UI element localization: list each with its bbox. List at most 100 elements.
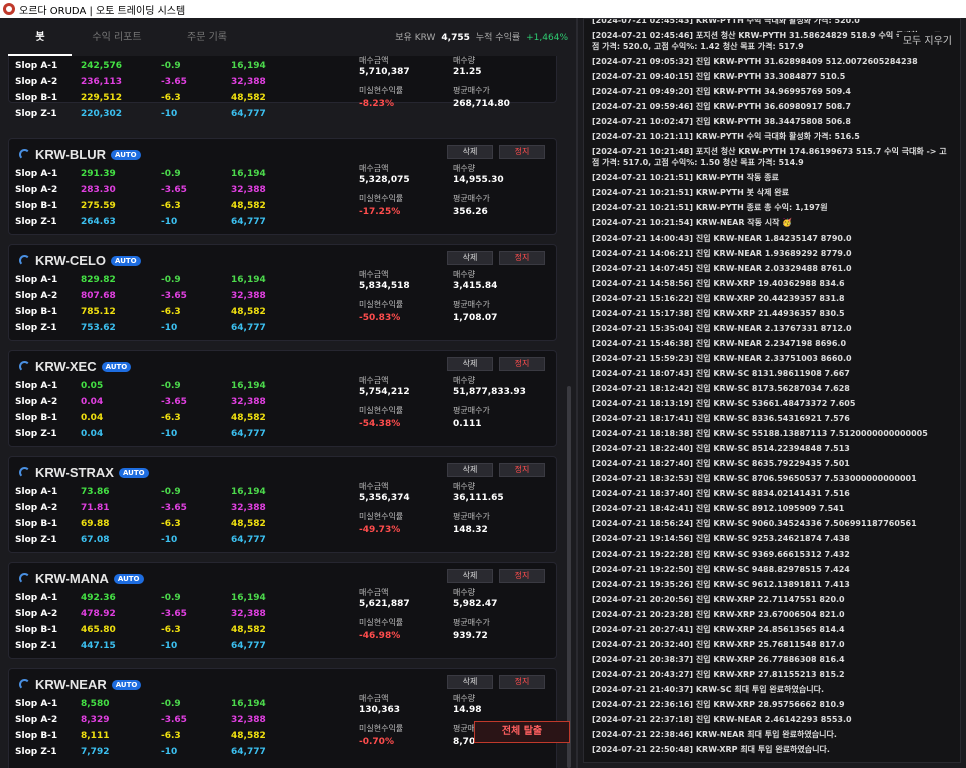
avg-price-value: 939.72 — [453, 631, 488, 641]
stop-button[interactable]: 정지 — [499, 251, 545, 265]
log-panel: [2024-07-21 02:45:43] KRW-PYTH 수익 극대화 활성… — [578, 18, 966, 768]
bot-card: KRW-STRAX AUTO 삭제 정지 Slop A-1 73.86 -0.9 16,194… — [8, 456, 557, 553]
log-line: [2024-07-21 18:27:40] 진입 KRW-SC 8635.792… — [592, 459, 850, 469]
log-line: [2024-07-21 09:59:46] 진입 KRW-PYTH 36.609… — [592, 102, 851, 112]
delete-button[interactable]: 삭제 — [447, 463, 493, 477]
cumulative-label: 누적 수익률 — [475, 33, 521, 43]
stop-button[interactable]: 정지 — [499, 463, 545, 477]
log-line: [2024-07-21 18:37:40] 진입 KRW-SC 8834.021… — [592, 489, 850, 499]
buy-amount-value: 5,328,075 — [359, 175, 410, 185]
log-line: [2024-07-21 14:00:43] 진입 KRW-NEAR 1.8423… — [592, 233, 852, 243]
slop-label: Slop B-1 — [15, 413, 58, 423]
slop-percent: -10 — [161, 641, 178, 651]
auto-badge: AUTO — [101, 361, 132, 372]
slop-price: 73.86 — [81, 487, 110, 497]
scrollbar-thumb[interactable] — [567, 386, 571, 768]
log-line: [2024-07-21 20:23:28] 진입 KRW-XRP 23.6700… — [592, 609, 845, 619]
buy-amount-value: 5,710,387 — [359, 67, 410, 77]
stop-button[interactable]: 정지 — [499, 357, 545, 371]
slop-price: 220,302 — [81, 109, 122, 119]
slop-label: Slop A-1 — [15, 699, 58, 709]
app-logo-icon — [3, 3, 15, 15]
log-line: [2024-07-21 09:40:15] 진입 KRW-PYTH 33.308… — [592, 72, 846, 82]
qty-value: 14,955.30 — [453, 175, 504, 185]
slop-amount: 32,388 — [231, 503, 266, 513]
bot-name: KRW-XEC — [35, 359, 97, 374]
exit-all-button[interactable]: 전체 탈출 — [474, 721, 570, 743]
buy-amount-value: 5,834,518 — [359, 281, 410, 291]
buy-amount-value: 5,621,887 — [359, 599, 410, 609]
log-line: [2024-07-21 10:21:54] KRW-NEAR 작동 시작 🥳 — [592, 218, 793, 228]
buy-amount-label: 매수금액 — [359, 694, 389, 703]
tab-profit-report[interactable]: 수익 리포트 — [72, 26, 162, 56]
unrealized-label: 미실현수익률 — [359, 300, 404, 309]
slop-price: 71.81 — [81, 503, 110, 513]
delete-button[interactable]: 삭제 — [447, 251, 493, 265]
window-titlebar: 오르다 ORUDA | 오토 트레이딩 시스템 — [0, 0, 966, 18]
delete-button[interactable]: 삭제 — [447, 675, 493, 689]
slop-percent: -3.65 — [161, 185, 187, 195]
slop-price: 0.04 — [81, 397, 104, 407]
stop-button[interactable]: 정지 — [499, 569, 545, 583]
bot-card: KRW-MANA AUTO 삭제 정지 Slop A-1 492.36 -0.9 16,194… — [8, 562, 557, 659]
slop-amount: 48,582 — [231, 413, 266, 423]
delete-button[interactable]: 삭제 — [447, 569, 493, 583]
delete-button[interactable]: 삭제 — [447, 357, 493, 371]
bot-list[interactable]: Slop A-1 242,576 -0.9 16,194 Slop A-2 236,113… — [8, 56, 566, 768]
slop-amount: 64,777 — [231, 429, 266, 439]
slop-price: 8,580 — [81, 699, 110, 709]
clear-log-button[interactable]: 모두 지우기 — [898, 32, 956, 47]
avg-price-value: 1,708.07 — [453, 313, 498, 323]
slop-label: Slop Z-1 — [15, 217, 57, 227]
tab-bots[interactable]: 봇 — [8, 26, 72, 56]
log-line: [2024-07-21 20:38:37] 진입 KRW-XRP 26.7788… — [592, 654, 845, 664]
log-line: [2024-07-21 22:50:48] KRW-XRP 최대 투입 완료하였… — [592, 745, 830, 755]
slop-label: Slop A-1 — [15, 61, 58, 71]
stop-button[interactable]: 정지 — [499, 145, 545, 159]
log-line: [2024-07-21 15:46:38] 진입 KRW-NEAR 2.2347… — [592, 338, 847, 348]
log-line: [2024-07-21 18:17:41] 진입 KRW-SC 8336.543… — [592, 414, 850, 424]
avg-price-label: 평균매수가 — [453, 618, 490, 627]
unrealized-value: -0.70% — [359, 737, 394, 747]
log-line: [2024-07-21 19:22:50] 진입 KRW-SC 9488.829… — [592, 564, 850, 574]
slop-percent: -6.3 — [161, 519, 181, 529]
slop-price: 283.30 — [81, 185, 116, 195]
slop-percent: -0.9 — [161, 61, 181, 71]
buy-amount-label: 매수금액 — [359, 588, 389, 597]
unrealized-value: -54.38% — [359, 419, 401, 429]
slop-label: Slop B-1 — [15, 93, 58, 103]
cumulative-rate: +1,464% — [526, 33, 568, 43]
bot-header: KRW-NEAR AUTO — [19, 677, 142, 692]
stop-button[interactable]: 정지 — [499, 675, 545, 689]
slop-label: Slop Z-1 — [15, 429, 57, 439]
log-line: [2024-07-21 18:07:43] 진입 KRW-SC 8131.986… — [592, 368, 850, 378]
delete-button[interactable]: 삭제 — [447, 145, 493, 159]
slop-percent: -0.9 — [161, 169, 181, 179]
qty-label: 매수량 — [453, 376, 476, 385]
slop-percent: -6.3 — [161, 413, 181, 423]
bot-list-scrollbar[interactable] — [566, 56, 572, 768]
unrealized-value: -49.73% — [359, 525, 401, 535]
log-output[interactable]: [2024-07-21 02:45:43] KRW-PYTH 수익 극대화 활성… — [583, 18, 961, 763]
avg-price-label: 평균매수가 — [453, 512, 490, 521]
log-line: [2024-07-21 14:06:21] 진입 KRW-NEAR 1.9368… — [592, 248, 852, 258]
tab-order-history[interactable]: 주문 기록 — [162, 26, 252, 56]
unrealized-label: 미실현수익률 — [359, 194, 404, 203]
slop-price: 8,111 — [81, 731, 110, 741]
bot-name: KRW-MANA — [35, 571, 109, 586]
slop-label: Slop A-2 — [15, 503, 58, 513]
slop-percent: -10 — [161, 535, 178, 545]
buy-amount-value: 130,363 — [359, 705, 400, 715]
slop-amount: 64,777 — [231, 641, 266, 651]
loading-spinner-icon — [19, 467, 30, 478]
slop-percent: -3.65 — [161, 609, 187, 619]
slop-label: Slop A-2 — [15, 291, 58, 301]
avg-price-value: 268,714.80 — [453, 99, 510, 109]
slop-percent: -6.3 — [161, 307, 181, 317]
log-line: [2024-07-21 20:27:41] 진입 KRW-XRP 24.8561… — [592, 624, 845, 634]
bot-card: Slop A-1 242,576 -0.9 16,194 Slop A-2 236,113… — [8, 56, 557, 119]
slop-percent: -0.9 — [161, 381, 181, 391]
slop-label: Slop A-2 — [15, 397, 58, 407]
slop-percent: -0.9 — [161, 275, 181, 285]
slop-label: Slop A-1 — [15, 381, 58, 391]
